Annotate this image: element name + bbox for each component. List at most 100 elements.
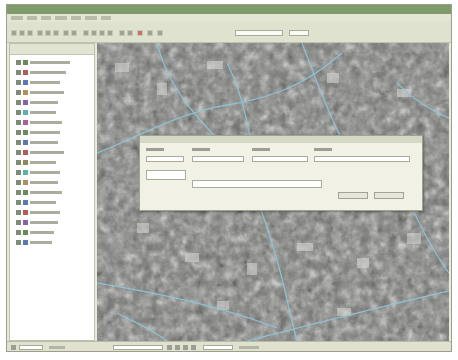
dialog-label-3 [252, 148, 270, 151]
pan-icon[interactable] [99, 30, 105, 36]
save-icon[interactable] [19, 30, 25, 36]
layer-panel-title [10, 44, 94, 55]
layer-item[interactable] [16, 70, 92, 75]
layer-item[interactable] [16, 80, 92, 85]
layer-item[interactable] [16, 200, 92, 205]
layer-item[interactable] [16, 230, 92, 235]
layer-name [30, 141, 58, 144]
status-bar [7, 341, 451, 351]
zoom-in-icon[interactable] [83, 30, 89, 36]
layer-symbol-icon [23, 230, 28, 235]
layer-visibility-checkbox[interactable] [16, 80, 21, 85]
layer-item[interactable] [16, 90, 92, 95]
layer-visibility-checkbox[interactable] [16, 100, 21, 105]
layer-item[interactable] [16, 110, 92, 115]
layer-visibility-checkbox[interactable] [16, 140, 21, 145]
dialog-field-3[interactable] [252, 156, 308, 162]
layer-item[interactable] [16, 170, 92, 175]
layer-visibility-checkbox[interactable] [16, 110, 21, 115]
layer-name [30, 221, 58, 224]
copy-icon[interactable] [45, 30, 51, 36]
dialog-field-1[interactable] [146, 156, 184, 162]
layer-symbol-icon [23, 150, 28, 155]
menu-item-7[interactable] [101, 16, 111, 20]
layer-name [30, 161, 56, 164]
measure-icon[interactable] [127, 30, 133, 36]
menu-item-3[interactable] [41, 16, 51, 20]
menu-item-2[interactable] [27, 16, 37, 20]
dialog-note[interactable] [146, 170, 186, 180]
undo-icon[interactable] [63, 30, 69, 36]
layer-symbol-icon [23, 220, 28, 225]
layer-visibility-checkbox[interactable] [16, 180, 21, 185]
layer-symbol-icon [23, 210, 28, 215]
layer-visibility-checkbox[interactable] [16, 240, 21, 245]
layer-visibility-checkbox[interactable] [16, 190, 21, 195]
layer-visibility-checkbox[interactable] [16, 70, 21, 75]
layer-item[interactable] [16, 150, 92, 155]
toolbar [7, 22, 451, 43]
identify-icon[interactable] [119, 30, 125, 36]
layer-symbol-icon [23, 160, 28, 165]
layer-symbol-icon [23, 100, 28, 105]
layer-name [30, 131, 60, 134]
layer-visibility-checkbox[interactable] [16, 130, 21, 135]
layer-name [30, 211, 60, 214]
layer-symbol-icon [23, 190, 28, 195]
layer-visibility-checkbox[interactable] [16, 220, 21, 225]
status-text-2 [239, 346, 259, 349]
layer-item[interactable] [16, 210, 92, 215]
layer-item[interactable] [16, 240, 92, 245]
status-field-1 [19, 345, 43, 350]
layer-name [30, 181, 58, 184]
layer-name [30, 121, 62, 124]
layer-visibility-checkbox[interactable] [16, 150, 21, 155]
layer-visibility-checkbox[interactable] [16, 60, 21, 65]
layer-visibility-checkbox[interactable] [16, 120, 21, 125]
menu-item-4[interactable] [55, 16, 67, 20]
layer-name [30, 241, 52, 244]
dialog-description-field[interactable] [192, 180, 322, 188]
scale-combo[interactable] [235, 30, 283, 36]
menu-item-6[interactable] [85, 16, 97, 20]
select-icon[interactable] [107, 30, 113, 36]
zoom-field[interactable] [289, 30, 309, 36]
layer-item[interactable] [16, 120, 92, 125]
layer-item[interactable] [16, 180, 92, 185]
coordinate-readout [113, 345, 163, 350]
dialog-label-4 [314, 148, 332, 151]
dialog-cancel-button[interactable] [374, 192, 404, 199]
menu-item-5[interactable] [71, 16, 81, 20]
layer-visibility-checkbox[interactable] [16, 200, 21, 205]
layer-item[interactable] [16, 160, 92, 165]
layer-item[interactable] [16, 100, 92, 105]
dialog-label-1 [146, 148, 164, 151]
dialog-title [140, 136, 422, 143]
dialog-field-2[interactable] [192, 156, 244, 162]
layer-visibility-checkbox[interactable] [16, 170, 21, 175]
redo-icon[interactable] [71, 30, 77, 36]
layers-icon[interactable] [157, 30, 163, 36]
cut-icon[interactable] [37, 30, 43, 36]
layer-name [30, 91, 64, 94]
layer-visibility-checkbox[interactable] [16, 160, 21, 165]
layer-item[interactable] [16, 140, 92, 145]
paste-icon[interactable] [53, 30, 59, 36]
layer-name [30, 71, 66, 74]
dialog-ok-button[interactable] [338, 192, 368, 199]
menu-item-1[interactable] [11, 16, 23, 20]
open-icon[interactable] [11, 30, 17, 36]
layer-item[interactable] [16, 190, 92, 195]
layer-visibility-checkbox[interactable] [16, 210, 21, 215]
refresh-icon[interactable] [147, 30, 153, 36]
layer-item[interactable] [16, 130, 92, 135]
print-icon[interactable] [27, 30, 33, 36]
layer-item[interactable] [16, 220, 92, 225]
zoom-out-icon[interactable] [91, 30, 97, 36]
layer-visibility-checkbox[interactable] [16, 230, 21, 235]
dialog-label-2 [192, 148, 210, 151]
stop-icon[interactable] [137, 30, 143, 36]
dialog-field-4[interactable] [314, 156, 410, 162]
layer-visibility-checkbox[interactable] [16, 90, 21, 95]
layer-item[interactable] [16, 60, 92, 65]
